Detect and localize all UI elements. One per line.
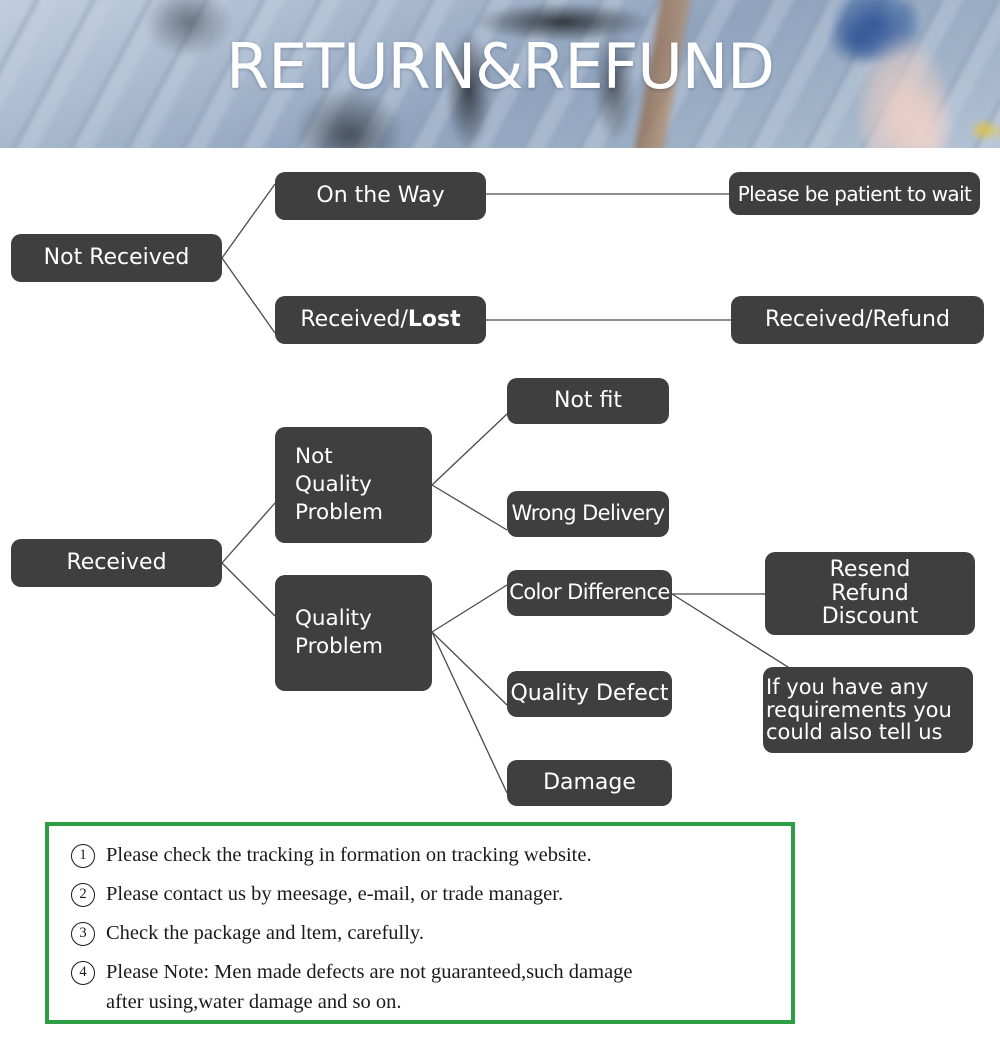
connector-not-quality-problem-to-not-fit bbox=[431, 413, 508, 486]
flow-node-label: Received bbox=[66, 549, 167, 575]
instruction-number-badge: 4 bbox=[71, 961, 95, 985]
flow-node-label: Resend bbox=[829, 556, 911, 582]
flow-node-label: Not Received bbox=[43, 244, 190, 270]
instruction-item: 1 Please check the tracking in formation … bbox=[65, 840, 775, 870]
flow-node-label: Problem bbox=[295, 634, 383, 659]
instructions-note-box: 1 Please check the tracking in formation … bbox=[45, 822, 795, 1024]
instruction-item: 3 Check the package and ltem, carefully. bbox=[65, 918, 775, 948]
page-title: RETURN&REFUND bbox=[226, 30, 775, 103]
flow-node-label: Please be patient to wait bbox=[737, 181, 972, 206]
connector-quality-problem-to-damage bbox=[431, 631, 508, 794]
flow-node-not-fit: Not fit bbox=[507, 378, 669, 424]
connector-not-received-to-on-the-way bbox=[221, 183, 276, 259]
flow-node-wrong-delivery: Wrong Delivery bbox=[507, 491, 669, 537]
flow-node-label: Discount bbox=[821, 604, 919, 630]
flow-node-any-requirements: If you have any requirements you could als… bbox=[763, 667, 973, 753]
flow-node-label: Problem bbox=[295, 499, 383, 525]
instructions-list: 1 Please check the tracking in formation … bbox=[65, 840, 775, 1017]
instruction-text: Please contact us by meesage, e-mail, or… bbox=[106, 883, 564, 905]
flow-node-label: Not fit bbox=[553, 387, 623, 413]
instruction-number-badge: 3 bbox=[71, 922, 95, 946]
flow-node-label: Color Difference bbox=[509, 580, 670, 605]
flow-node-resend-refund-discount: Resend Refund Discount bbox=[765, 552, 975, 635]
flow-node-label: Wrong Delivery bbox=[511, 501, 666, 526]
connector-not-received-to-received-lost bbox=[221, 257, 276, 334]
instruction-number-badge: 1 bbox=[71, 844, 95, 868]
connector-not-quality-problem-to-wrong-delivery bbox=[431, 484, 508, 531]
flow-node-label: Not bbox=[295, 444, 333, 470]
instruction-text: Check the package and ltem, carefully. bbox=[106, 922, 424, 944]
instruction-item: 2 Please contact us by meesage, e-mail, o… bbox=[65, 879, 775, 909]
flow-node-received-refund: Received/Refund bbox=[731, 296, 984, 344]
flow-node-label: could also tell us bbox=[766, 720, 943, 745]
flow-node-label: Received/Lost bbox=[300, 306, 461, 332]
connector-received-to-quality-problem bbox=[221, 562, 276, 617]
flow-node-not-received: Not Received bbox=[11, 234, 222, 282]
connector-quality-problem-to-quality-defect bbox=[431, 631, 508, 706]
flow-node-on-the-way: On the Way bbox=[275, 172, 486, 220]
instruction-item: 4 Please Note: Men made defects are not g… bbox=[65, 957, 775, 1017]
connector-received-to-not-quality-problem bbox=[221, 502, 276, 564]
flow-node-label-emphasis: Lost bbox=[407, 306, 461, 332]
flow-node-label: Refund bbox=[831, 580, 909, 606]
flow-node-received-lost: Received/Lost bbox=[275, 296, 486, 344]
flow-node-label: On the Way bbox=[316, 182, 445, 208]
instruction-text: Please check the tracking in formation o… bbox=[106, 844, 592, 866]
instruction-number-badge: 2 bbox=[71, 883, 95, 907]
return-refund-infographic: RETURN&REFUND Not Received On the Way Plea… bbox=[0, 0, 1000, 1052]
flow-node-label: Received/Refund bbox=[765, 306, 950, 332]
connector-quality-problem-to-color-difference bbox=[431, 584, 508, 633]
header-banner: RETURN&REFUND bbox=[0, 0, 1000, 148]
flow-node-label: Quality bbox=[295, 472, 372, 498]
flow-node-label: Quality Defect bbox=[510, 680, 669, 706]
flow-node-received: Received bbox=[11, 539, 222, 587]
flow-node-color-difference: Color Difference bbox=[507, 570, 672, 616]
flow-node-label: Damage bbox=[543, 769, 636, 795]
flow-node-label: If you have any bbox=[766, 674, 929, 699]
instruction-text: Please Note: Men made defects are not gu… bbox=[106, 957, 775, 1017]
flow-node-quality-defect: Quality Defect bbox=[507, 671, 672, 717]
flow-node-label: requirements you bbox=[766, 697, 952, 722]
flow-node-label: Quality bbox=[295, 606, 372, 632]
flow-node-quality-problem: Quality Problem bbox=[275, 575, 432, 691]
instruction-text-line2: after using,water damage and so on. bbox=[106, 991, 402, 1013]
flow-node-damage: Damage bbox=[507, 760, 672, 806]
flow-node-please-be-patient: Please be patient to wait bbox=[729, 172, 980, 215]
flow-node-not-quality-problem: Not Quality Problem bbox=[275, 427, 432, 543]
flowchart: Not Received On the Way Please be patient … bbox=[0, 148, 1000, 818]
